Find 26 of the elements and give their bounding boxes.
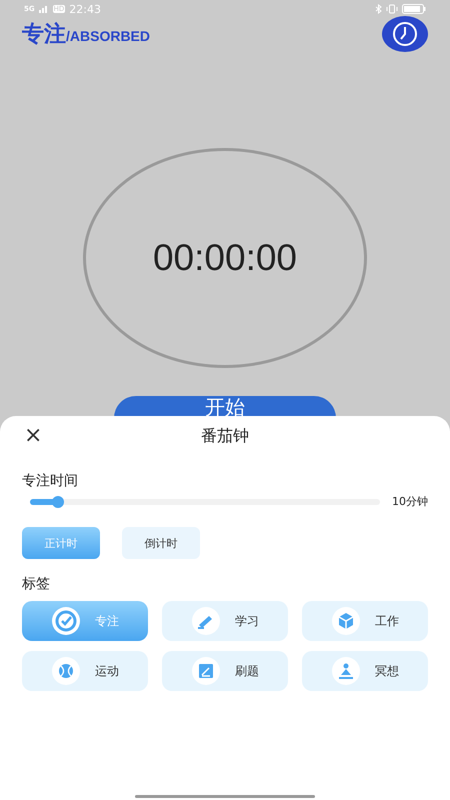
tag-button[interactable]: 工作 <box>302 601 428 641</box>
target-icon <box>51 606 81 636</box>
tag-button[interactable]: 冥想 <box>302 651 428 691</box>
edit-icon <box>191 656 221 686</box>
signal-icon <box>38 5 49 13</box>
timer-display: 00:00:00 <box>152 237 298 279</box>
duration-label: 专注时间 <box>22 472 79 490</box>
clock-icon[interactable] <box>382 16 428 52</box>
app-subtitle: /ABSORBED <box>66 28 150 44</box>
tag-button[interactable]: 学习 <box>162 601 288 641</box>
bluetooth-icon <box>375 4 382 14</box>
pencil-icon <box>191 606 221 636</box>
battery-icon <box>402 4 426 14</box>
ball-icon <box>51 656 81 686</box>
meditation-icon <box>331 656 361 686</box>
app-title: 专注 <box>22 21 66 49</box>
vibrate-icon <box>386 4 398 14</box>
tag-button[interactable]: 运动 <box>22 651 148 691</box>
duration-slider[interactable] <box>30 498 380 504</box>
tag-button[interactable]: 刷题 <box>162 651 288 691</box>
sheet-title: 番茄钟 <box>201 426 249 446</box>
duration-reading: 10分钟 <box>392 494 428 509</box>
mode-button[interactable]: 倒计时 <box>122 527 200 559</box>
cube-icon <box>331 606 361 636</box>
close-button[interactable]: × <box>24 424 42 448</box>
tags-label: 标签 <box>22 575 51 593</box>
